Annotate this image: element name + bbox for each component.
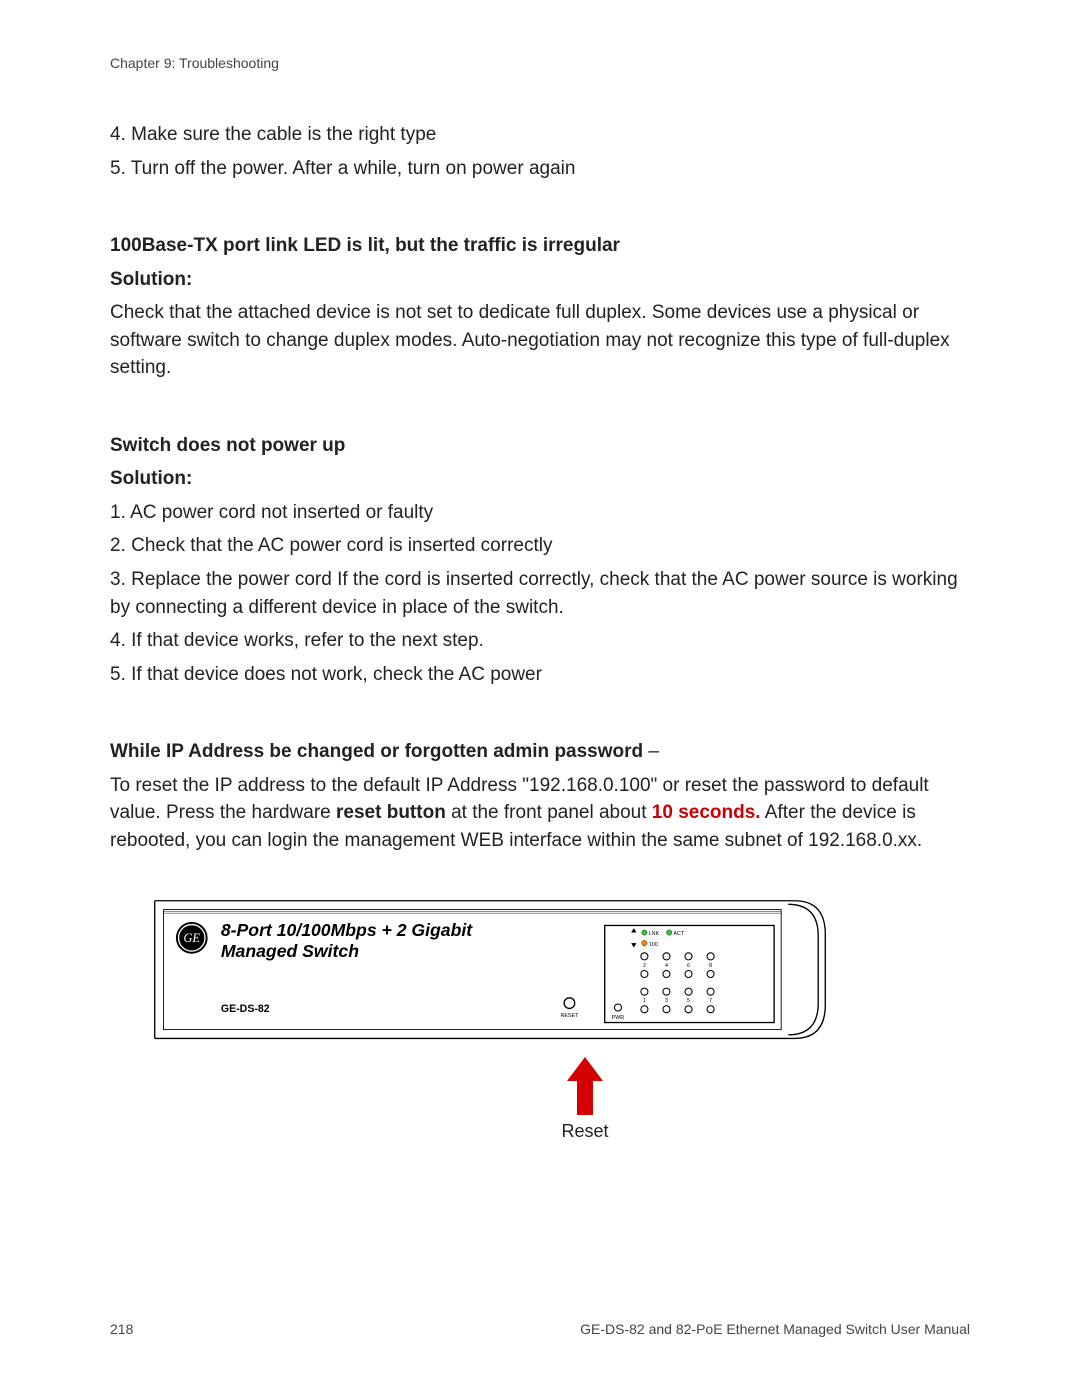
section3-title-suffix: – <box>643 741 659 762</box>
section2-step-4: 4. If that device works, refer to the ne… <box>110 627 970 655</box>
section2-step-5: 5. If that device does not work, check t… <box>110 661 970 689</box>
port-led-5: 5 <box>687 999 690 1005</box>
reset-arrow-label: Reset <box>560 1121 610 1142</box>
section2-title: Switch does not power up <box>110 432 970 460</box>
port-led-3: 3 <box>665 999 668 1005</box>
port-led-7: 7 <box>709 999 712 1005</box>
svg-text:GE: GE <box>184 932 201 946</box>
section1-title: 100Base-TX port link LED is lit, but the… <box>110 232 970 260</box>
section2-step-2: 2. Check that the AC power cord is inser… <box>110 532 970 560</box>
port-led-1: 1 <box>643 999 646 1005</box>
device-title-line2: Managed Switch <box>221 942 359 962</box>
section2-solution-label: Solution: <box>110 465 970 493</box>
section3-text-part2: at the front panel about <box>446 802 652 823</box>
section3-red-text: 10 seconds. <box>652 802 761 823</box>
device-figure: GE 8-Port 10/100Mbps + 2 Gigabit Managed… <box>110 899 970 1159</box>
device-title-line1: 8-Port 10/100Mbps + 2 Gigabit <box>221 920 473 940</box>
act-label: ACT <box>674 932 685 938</box>
page-footer: 218 GE-DS-82 and 82-PoE Ethernet Managed… <box>110 1321 970 1337</box>
page: Chapter 9: Troubleshooting 4. Make sure … <box>0 0 1080 1397</box>
port-led-4: 4 <box>665 963 668 969</box>
pwr-label: PWR <box>612 1015 625 1021</box>
doc-title: GE-DS-82 and 82-PoE Ethernet Managed Swi… <box>580 1321 970 1337</box>
speed-100-label: 100 <box>649 942 658 948</box>
section3-title: While IP Address be changed or forgotten… <box>110 738 970 766</box>
reset-hole-label: RESET <box>561 1014 579 1020</box>
body-text: 4. Make sure the cable is the right type… <box>110 121 970 1159</box>
device-front-panel: GE 8-Port 10/100Mbps + 2 Gigabit Managed… <box>110 899 870 1049</box>
arrow-up-icon <box>565 1057 605 1117</box>
page-number: 218 <box>110 1321 133 1337</box>
section-ip-reset: While IP Address be changed or forgotten… <box>110 738 970 854</box>
section-100base: 100Base-TX port link LED is lit, but the… <box>110 232 970 382</box>
chapter-header: Chapter 9: Troubleshooting <box>110 55 970 71</box>
section2-step-1: 1. AC power cord not inserted or faulty <box>110 499 970 527</box>
section2-step-3: 3. Replace the power cord If the cord is… <box>110 566 970 621</box>
port-led-8: 8 <box>709 963 712 969</box>
section3-title-prefix: While IP Address be changed or forgotten… <box>110 741 643 762</box>
intro-step-5: 5. Turn off the power. After a while, tu… <box>110 155 970 183</box>
intro-step-4: 4. Make sure the cable is the right type <box>110 121 970 149</box>
port-led-6: 6 <box>687 963 690 969</box>
section3-text: To reset the IP address to the default I… <box>110 772 970 855</box>
section1-text: Check that the attached device is not se… <box>110 299 970 382</box>
section1-solution-label: Solution: <box>110 266 970 294</box>
reset-arrow: Reset <box>560 1057 610 1142</box>
port-led-2: 2 <box>643 963 646 969</box>
section3-bold-reset: reset button <box>336 802 446 823</box>
lnk-label: LNK <box>649 932 660 938</box>
device-model: GE-DS-82 <box>221 1003 270 1015</box>
section-power: Switch does not power up Solution: 1. AC… <box>110 432 970 688</box>
